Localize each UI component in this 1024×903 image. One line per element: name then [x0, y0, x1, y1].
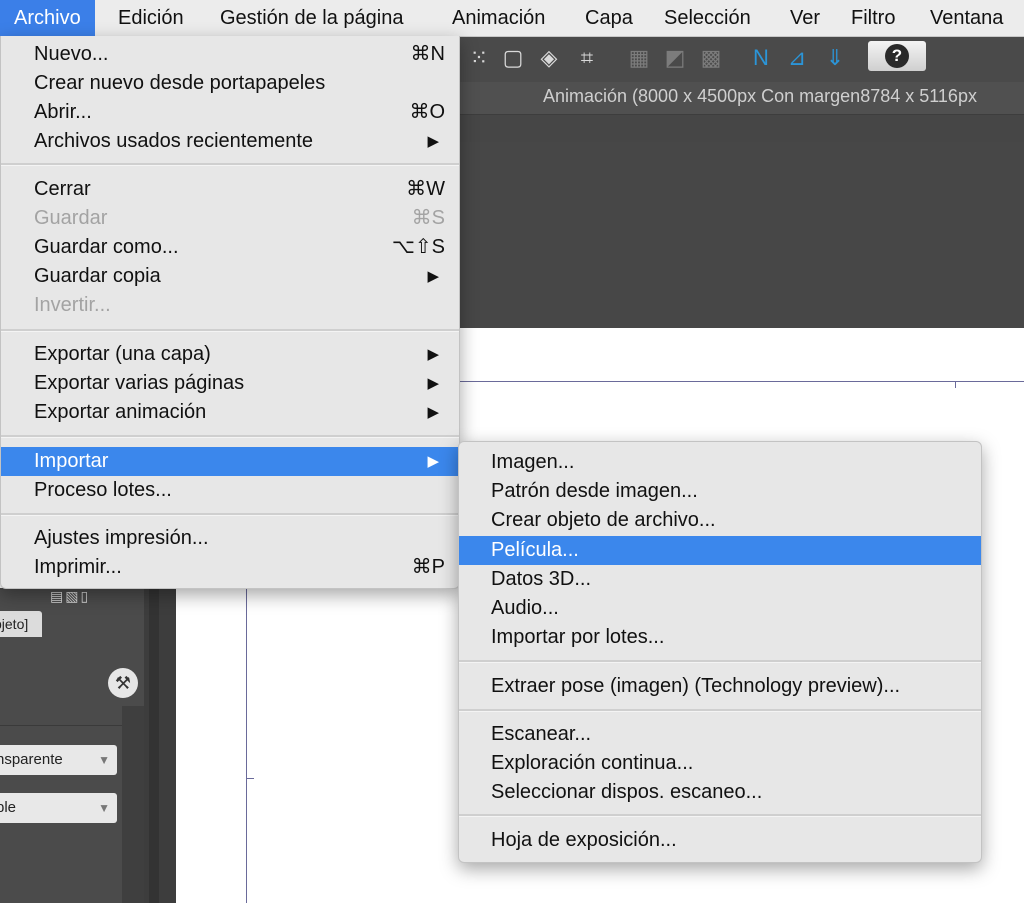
menu-item-hoja-exposicion[interactable]: Hoja de exposición... — [459, 826, 981, 855]
menu-item-guardar-como[interactable]: Guardar como... ⌥⇧S — [1, 233, 459, 262]
menu-edicion[interactable]: Edición — [104, 0, 198, 36]
chevron-down-icon: ▼ — [98, 753, 110, 767]
menu-item-seleccionar-dispos-escaneo[interactable]: Seleccionar dispos. escaneo... — [459, 778, 981, 807]
wrench-icon[interactable]: ⚒ — [108, 668, 138, 698]
menu-item-extraer-pose[interactable]: Extraer pose (imagen) (Technology previe… — [459, 672, 981, 701]
menu-item-abrir[interactable]: Abrir... ⌘O — [1, 98, 459, 127]
canvas-border-left — [246, 588, 247, 903]
menu-bar: Archivo Edición Gestión de la página Ani… — [0, 0, 1024, 37]
menu-separator — [1, 329, 459, 332]
menu-filtro[interactable]: Filtro — [837, 0, 909, 36]
canvas-border-top — [458, 381, 1024, 382]
crop-mark — [955, 381, 956, 388]
menu-item-proceso-lotes[interactable]: Proceso lotes... — [1, 476, 459, 505]
transform-icon[interactable]: ▢ — [500, 44, 526, 72]
blend-mode-select[interactable]: nsparente ▼ — [0, 745, 117, 775]
menu-item-exportar-una-capa[interactable]: Exportar (una capa) ▶ — [1, 340, 459, 369]
document-title: Animación (8000 x 4500px Con margen8784 … — [543, 86, 977, 106]
import-submenu: Imagen... Patrón desde imagen... Crear o… — [458, 441, 982, 863]
menu-item-exploracion-continua[interactable]: Exploración continua... — [459, 749, 981, 778]
symmetry-icon[interactable]: ⇓ — [822, 44, 848, 72]
submenu-arrow-icon: ▶ — [427, 133, 439, 150]
panel-icons: ▤▧▯ — [50, 588, 91, 604]
menu-item-datos-3d[interactable]: Datos 3D... — [459, 565, 981, 594]
menu-item-importar[interactable]: Importar ▶ — [1, 447, 459, 476]
menu-item-cerrar[interactable]: Cerrar ⌘W — [1, 175, 459, 204]
menu-separator — [459, 814, 981, 817]
grid-icon[interactable]: ▦ — [626, 44, 652, 72]
menu-item-audio[interactable]: Audio... — [459, 594, 981, 623]
help-button[interactable]: ? — [868, 41, 926, 71]
fill-bucket-icon[interactable]: ◈ — [536, 44, 562, 72]
menu-separator — [459, 660, 981, 663]
menu-item-imagen[interactable]: Imagen... — [459, 448, 981, 477]
menu-item-guardar: Guardar ⌘S — [34, 207, 445, 229]
menu-item-crear-objeto-archivo[interactable]: Crear objeto de archivo... — [459, 506, 981, 535]
menu-archivo[interactable]: Archivo — [0, 0, 95, 36]
menu-item-patron-desde-imagen[interactable]: Patrón desde imagen... — [459, 477, 981, 506]
menu-item-archivos-recientes[interactable]: Archivos usados recientemente ▶ — [1, 127, 459, 156]
submenu-arrow-icon: ▶ — [427, 404, 439, 421]
menu-animacion[interactable]: Animación — [438, 0, 559, 36]
crop-mark — [246, 778, 254, 779]
menu-item-ajustes-impresion[interactable]: Ajustes impresión... — [1, 524, 459, 553]
chevron-down-icon: ▼ — [98, 801, 110, 815]
panel-inner-column — [122, 706, 144, 903]
submenu-arrow-icon: ▶ — [427, 375, 439, 392]
menu-item-invertir: Invertir... — [34, 294, 111, 316]
menu-item-escanear[interactable]: Escanear... — [459, 720, 981, 749]
menu-separator — [459, 709, 981, 712]
perspective-icon[interactable]: ⊿ — [784, 44, 810, 72]
menu-separator — [1, 435, 459, 438]
menu-separator — [1, 163, 459, 166]
grid-dots-icon[interactable]: ⁙ — [466, 44, 492, 72]
menu-item-guardar-copia[interactable]: Guardar copia ▶ — [1, 262, 459, 291]
menu-item-imprimir[interactable]: Imprimir... ⌘P — [1, 553, 459, 582]
menu-item-crear-desde-portapapeles[interactable]: Crear nuevo desde portapapeles — [1, 69, 459, 98]
menu-item-importar-por-lotes[interactable]: Importar por lotes... — [459, 623, 981, 652]
menu-gestion-pagina[interactable]: Gestión de la página — [206, 0, 417, 36]
file-menu: Nuevo... ⌘N Crear nuevo desde portapapele… — [0, 36, 460, 589]
menu-seleccion[interactable]: Selección — [650, 0, 765, 36]
submenu-arrow-icon: ▶ — [427, 346, 439, 363]
menu-ver[interactable]: Ver — [776, 0, 834, 36]
expression-color-select[interactable]: ble ▼ — [0, 793, 117, 823]
help-icon: ? — [885, 44, 909, 68]
panel-tab-object[interactable]: bjeto] — [0, 611, 42, 637]
menu-ventana[interactable]: Ventana — [916, 0, 1017, 36]
menu-item-pelicula[interactable]: Película... — [459, 536, 981, 565]
menu-capa[interactable]: Capa — [571, 0, 647, 36]
pen-ruler-icon[interactable]: Ν — [748, 44, 774, 72]
submenu-arrow-icon: ▶ — [427, 268, 439, 285]
guide-icon[interactable]: ▩ — [698, 44, 724, 72]
ruler-icon[interactable]: ◩ — [662, 44, 688, 72]
menu-separator — [1, 513, 459, 516]
crop-icon[interactable]: ⌗ — [574, 44, 600, 72]
menu-item-nuevo[interactable]: Nuevo... ⌘N — [1, 40, 459, 69]
panel-scrollbar[interactable] — [144, 588, 176, 903]
submenu-arrow-icon: ▶ — [427, 453, 439, 470]
menu-item-exportar-varias-paginas[interactable]: Exportar varias páginas ▶ — [1, 369, 459, 398]
menu-item-exportar-animacion[interactable]: Exportar animación ▶ — [1, 398, 459, 427]
